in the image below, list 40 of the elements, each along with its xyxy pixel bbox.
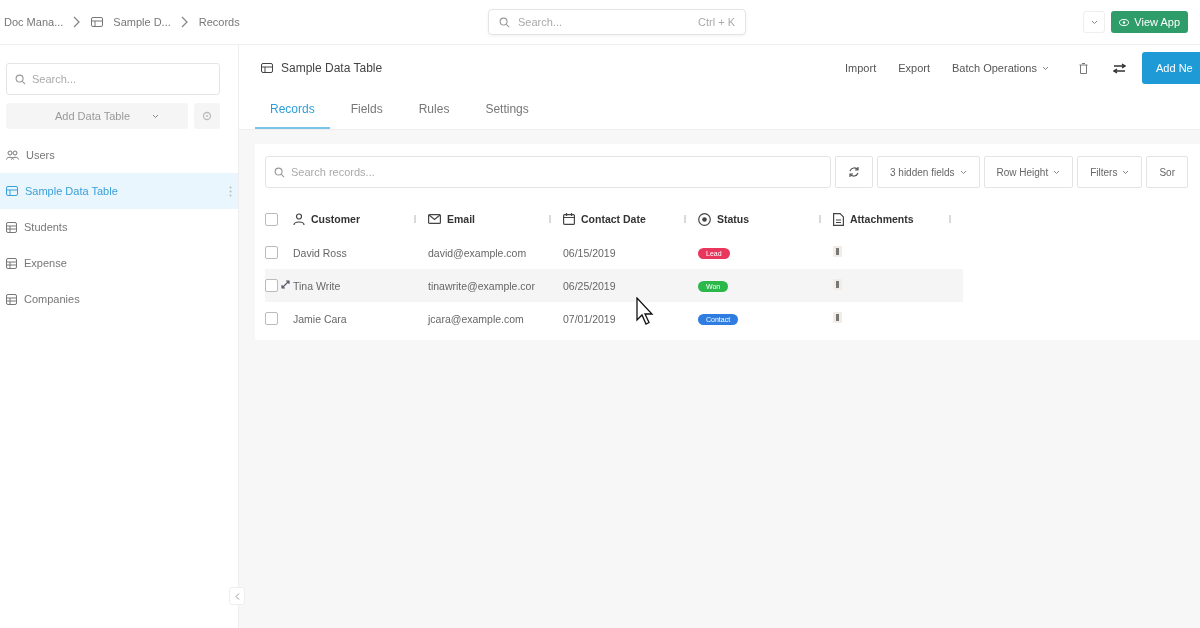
view-app-button[interactable]: View App <box>1111 11 1188 33</box>
record-search-field[interactable]: Search records... <box>265 156 831 188</box>
sidebar-item[interactable]: Users <box>0 137 238 173</box>
sidebar-item[interactable]: Students <box>0 209 238 245</box>
action-button[interactable]: Export <box>887 62 941 74</box>
table-title: Sample Data Table <box>281 61 383 75</box>
table-cell: David Ross <box>293 246 347 259</box>
shortcut-hint: Ctrl + K <box>698 16 735 28</box>
sidebar-item[interactable]: Companies <box>0 281 238 317</box>
column-header[interactable]: Contact Date <box>581 213 676 225</box>
column-header[interactable]: Status <box>717 213 811 225</box>
tab[interactable]: Settings <box>470 91 544 129</box>
table-cell: Tina Write <box>293 279 341 292</box>
table-cell: jcara@example.com <box>428 312 524 325</box>
tab[interactable]: Rules <box>403 91 465 129</box>
add-new-button[interactable]: Add Ne <box>1142 52 1200 84</box>
toolbar-button[interactable]: 3 hidden fields <box>877 156 980 188</box>
toolbar-button[interactable]: Row Height <box>983 156 1074 188</box>
column-header[interactable]: Customer <box>311 213 406 225</box>
column-header[interactable]: Attachments <box>850 213 941 225</box>
table-cell: 06/15/2019 <box>563 246 616 259</box>
toolbar-button[interactable]: Filters <box>1077 156 1143 188</box>
table-cell: 07/01/2019 <box>563 312 616 325</box>
table-cell: tinawrite@example.cor <box>428 279 535 292</box>
add-data-table-button[interactable]: Add Data Table <box>6 103 188 129</box>
sidebar-item[interactable]: Expense <box>0 245 238 281</box>
table-cell: david@example.com <box>428 246 527 259</box>
sidebar-item[interactable]: Sample Data Table <box>0 173 238 209</box>
breadcrumb-link[interactable]: Sample D... <box>113 16 171 28</box>
breadcrumb-link[interactable]: Doc Mana... <box>4 16 64 28</box>
toolbar-button[interactable]: Sor <box>1146 156 1188 188</box>
action-button[interactable]: Batch Operations <box>941 62 1060 74</box>
table-cell: 06/25/2019 <box>563 279 616 292</box>
column-header[interactable]: Email <box>447 213 541 225</box>
global-search-field[interactable]: Search... Ctrl + K <box>488 9 746 35</box>
tab[interactable]: Fields <box>335 91 398 129</box>
tab[interactable]: Records <box>255 91 330 129</box>
breadcrumb-link[interactable]: Records <box>198 16 240 28</box>
table-cell: Jamie Cara <box>293 312 347 325</box>
action-button[interactable]: Import <box>834 62 888 74</box>
